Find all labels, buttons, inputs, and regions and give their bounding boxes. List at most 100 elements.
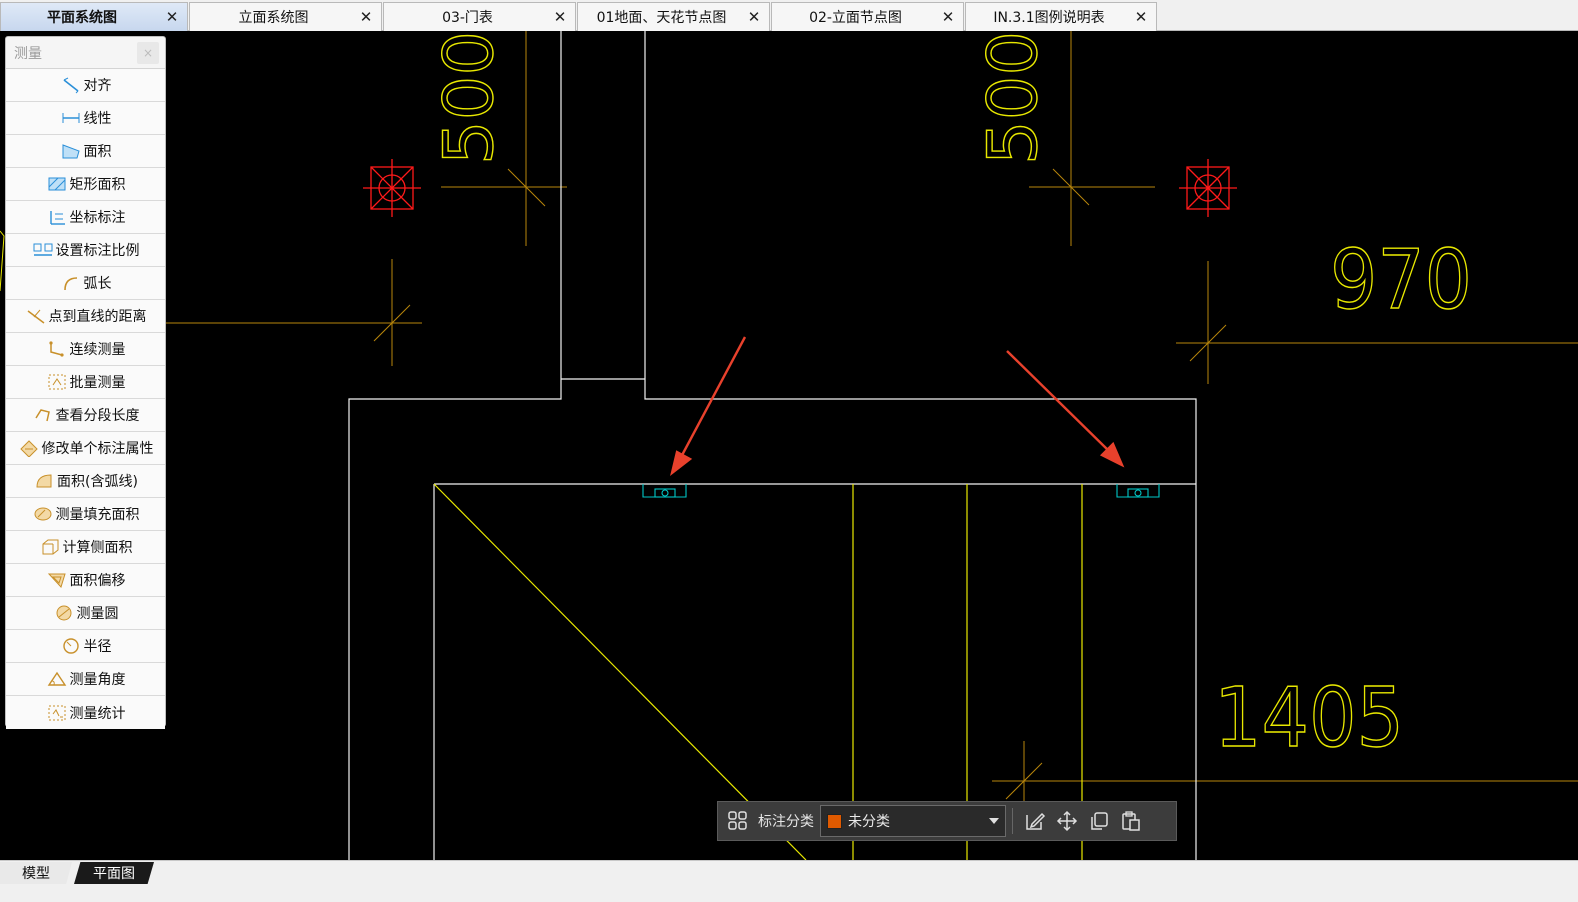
tool-label: 半径 xyxy=(83,639,112,655)
layout-tab-bar: 模型 平面图 xyxy=(0,860,1578,902)
tool-label: 测量填充面积 xyxy=(55,507,140,523)
hinge-fixture-left xyxy=(642,484,687,498)
tool-coordinate[interactable]: 坐标标注 xyxy=(6,201,165,234)
tab-label: 平面系统图 xyxy=(47,10,117,26)
chevron-down-icon xyxy=(989,818,999,824)
dimension-text-970: 970 xyxy=(1330,233,1472,328)
tool-area-offset[interactable]: 面积偏移 xyxy=(6,564,165,597)
tool-rect-area[interactable]: 矩形面积 xyxy=(6,168,165,201)
tool-arc-area[interactable]: 面积(含弧线) xyxy=(6,465,165,498)
tab-model[interactable]: 模型 xyxy=(0,862,72,884)
close-icon[interactable]: ✕ xyxy=(939,8,957,26)
paste-icon[interactable] xyxy=(1115,805,1147,837)
tab-label: 03-门表 xyxy=(442,10,493,26)
tool-statistics[interactable]: 测量统计 xyxy=(6,696,165,729)
tool-radius[interactable]: 半径 xyxy=(6,630,165,663)
coordinate-icon xyxy=(46,208,68,226)
rect-area-icon xyxy=(46,175,68,193)
tool-label: 点到直线的距离 xyxy=(48,309,147,325)
column-symbol-right xyxy=(1179,159,1237,217)
side-area-icon xyxy=(39,538,61,556)
dimension-text-500-left: 500 xyxy=(430,31,509,165)
close-icon[interactable]: ✕ xyxy=(1132,8,1150,26)
drawing-canvas[interactable]: 500 500 970 1405 xyxy=(0,31,1578,860)
tab-elevation-system[interactable]: 立面系统图 ✕ xyxy=(189,2,382,31)
tool-angle[interactable]: 测量角度 xyxy=(6,663,165,696)
tab-floor-ceiling-details[interactable]: 01地面、天花节点图 ✕ xyxy=(577,2,770,31)
tool-label: 线性 xyxy=(83,111,112,127)
tool-circle-measure[interactable]: 测量圆 xyxy=(6,597,165,630)
tab-layout-plan[interactable]: 平面图 xyxy=(74,862,154,884)
measure-panel: 测量 × 对齐 线性 面积 矩形面积 坐标标注 设置标注比例 弧长 点到直线的距… xyxy=(5,36,166,729)
panel-header: 测量 × xyxy=(6,37,165,69)
radius-icon xyxy=(60,637,82,655)
close-icon[interactable]: ✕ xyxy=(745,8,763,26)
tool-area[interactable]: 面积 xyxy=(6,135,165,168)
layout-grid-icon[interactable] xyxy=(722,805,754,837)
tool-label: 面积 xyxy=(83,144,112,160)
hatch-area-icon xyxy=(32,505,54,523)
annotation-toolbar: 标注分类 未分类 xyxy=(717,801,1177,841)
partial-element xyxy=(0,230,5,292)
area-icon xyxy=(60,142,82,160)
tool-label: 面积(含弧线) xyxy=(57,474,138,490)
category-select-value: 未分类 xyxy=(848,814,890,830)
tool-continuous-measure[interactable]: 连续测量 xyxy=(6,333,165,366)
tab-plan-system[interactable]: 平面系统图 ✕ xyxy=(0,2,188,31)
angle-icon xyxy=(46,670,68,688)
tool-edit-dimension[interactable]: 修改单个标注属性 xyxy=(6,432,165,465)
panel-close-icon[interactable]: × xyxy=(137,41,159,64)
tool-label: 批量测量 xyxy=(69,375,126,391)
tab-door-table[interactable]: 03-门表 ✕ xyxy=(383,2,576,31)
dimension-text-1405: 1405 xyxy=(1214,671,1404,766)
close-icon[interactable]: ✕ xyxy=(551,8,569,26)
tool-label: 弧长 xyxy=(83,276,112,292)
tool-label: 面积偏移 xyxy=(69,573,126,589)
edit-icon[interactable] xyxy=(1019,805,1051,837)
tool-side-area[interactable]: 计算侧面积 xyxy=(6,531,165,564)
tab-label: 立面系统图 xyxy=(238,10,309,26)
tool-arc-length[interactable]: 弧长 xyxy=(6,267,165,300)
tool-segment-length[interactable]: 查看分段长度 xyxy=(6,399,165,432)
tool-hatch-area[interactable]: 测量填充面积 xyxy=(6,498,165,531)
tool-label: 矩形面积 xyxy=(69,177,126,193)
tool-label: 测量圆 xyxy=(76,606,119,622)
tool-label: 测量统计 xyxy=(69,705,126,722)
tool-label: 计算侧面积 xyxy=(62,540,133,556)
dimension-text-500-right: 500 xyxy=(974,31,1053,165)
tab-label: 01地面、天花节点图 xyxy=(596,10,727,26)
area-offset-icon xyxy=(46,571,68,589)
continuous-measure-icon xyxy=(46,340,68,358)
tool-set-scale[interactable]: 设置标注比例 xyxy=(6,234,165,267)
tool-linear[interactable]: 线性 xyxy=(6,102,165,135)
circle-measure-icon xyxy=(53,604,75,622)
tool-label: 查看分段长度 xyxy=(55,408,140,424)
tab-legend-table[interactable]: IN.3.1图例说明表 ✕ xyxy=(965,2,1157,31)
panel-title: 测量 xyxy=(14,45,42,62)
category-label: 标注分类 xyxy=(758,814,814,830)
tool-label: 连续测量 xyxy=(69,342,126,358)
tool-label: 对齐 xyxy=(83,78,112,94)
tool-label: 设置标注比例 xyxy=(55,243,140,259)
tool-point-line-distance[interactable]: 点到直线的距离 xyxy=(6,300,165,333)
tool-label: 测量角度 xyxy=(69,672,126,688)
category-select[interactable]: 未分类 xyxy=(820,805,1006,837)
tool-label: 修改单个标注属性 xyxy=(41,441,154,457)
document-tab-bar: 平面系统图 ✕ 立面系统图 ✕ 03-门表 ✕ 01地面、天花节点图 ✕ 02-… xyxy=(0,0,1578,31)
tool-batch-measure[interactable]: 批量测量 xyxy=(6,366,165,399)
tool-label: 坐标标注 xyxy=(69,210,126,226)
close-icon[interactable]: ✕ xyxy=(163,8,181,26)
move-icon[interactable] xyxy=(1051,805,1083,837)
segment-length-icon xyxy=(32,406,54,424)
annotation-arrows xyxy=(670,336,1125,477)
close-icon[interactable]: ✕ xyxy=(357,8,375,26)
batch-measure-icon xyxy=(46,373,68,391)
edit-dimension-icon xyxy=(18,439,40,457)
tab-label: IN.3.1图例说明表 xyxy=(993,10,1105,26)
copy-icon[interactable] xyxy=(1083,805,1115,837)
point-line-distance-icon xyxy=(25,307,47,325)
linear-dimension-icon xyxy=(60,109,82,127)
tool-align[interactable]: 对齐 xyxy=(6,69,165,102)
tab-elevation-details[interactable]: 02-立面节点图 ✕ xyxy=(771,2,964,31)
statistics-icon xyxy=(46,704,68,722)
